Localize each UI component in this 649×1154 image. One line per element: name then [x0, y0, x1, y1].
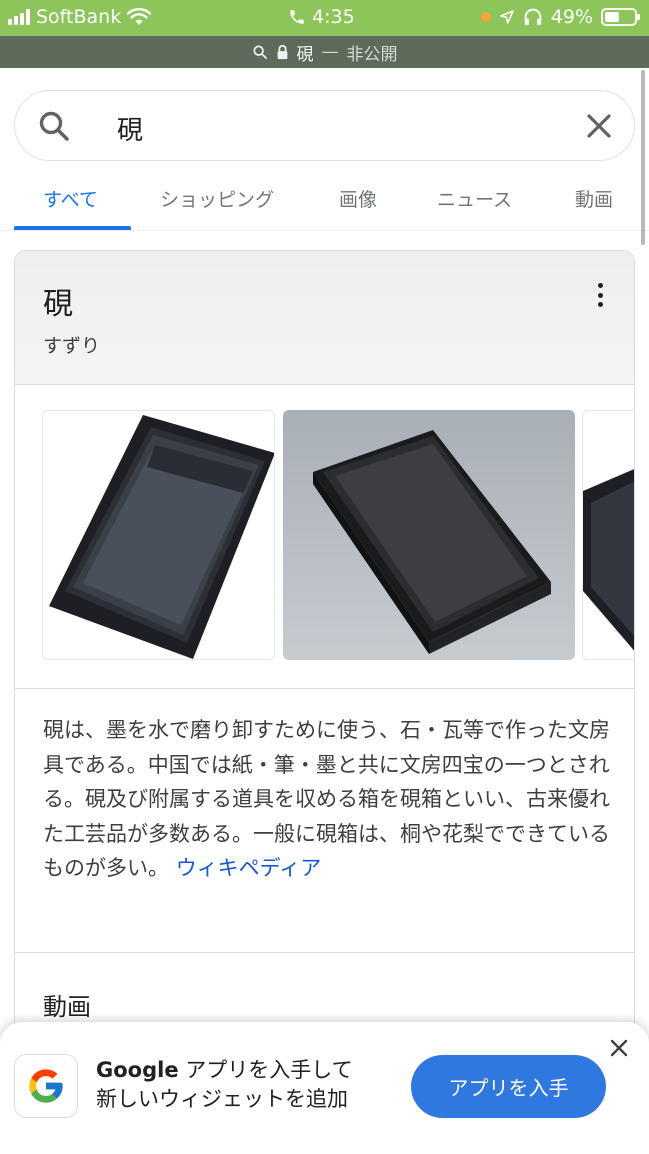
clear-icon[interactable]	[584, 111, 614, 141]
tab-videos[interactable]: 動画	[575, 185, 613, 212]
location-icon	[499, 10, 514, 24]
privacy-indicator-dot	[480, 12, 491, 22]
headphones-icon	[524, 8, 542, 26]
app-promo-banner: Google アプリを入手して 新しいウィジェットを追加 アプリを入手	[0, 1022, 649, 1154]
battery-percent: 49%	[550, 6, 593, 28]
knowledge-panel-reading: すずり	[43, 335, 101, 357]
promo-line-1: アプリを入手して	[178, 1058, 353, 1082]
scrollbar[interactable]	[641, 70, 645, 245]
google-brand: Google	[96, 1058, 179, 1082]
section-divider	[15, 952, 634, 953]
tab-news[interactable]: ニュース	[437, 185, 512, 212]
knowledge-panel-description: 硯は、墨を水で磨り卸すために使う、石・瓦等で作った文房具である。中国では紙・筆・…	[43, 713, 611, 886]
search-tabs: すべて ショッピング 画像 ニュース 動画	[0, 175, 649, 231]
knowledge-panel: 硯 すずり 硯は、墨を水で磨り卸すために使う、石・瓦等で作った文房具である。中国…	[14, 250, 635, 1154]
status-bar: SoftBank 4:35 49%	[0, 0, 649, 36]
tabs-divider	[0, 230, 649, 231]
more-options-icon[interactable]	[596, 283, 604, 307]
promo-line-2: 新しいウィジェットを追加	[96, 1087, 348, 1111]
search-icon[interactable]	[37, 109, 71, 143]
app-promo-text: Google アプリを入手して 新しいウィジェットを追加	[96, 1056, 353, 1114]
get-app-button[interactable]: アプリを入手	[411, 1055, 606, 1118]
knowledge-panel-header: 硯 すずり	[15, 251, 634, 385]
signal-icon	[8, 9, 30, 25]
phone-icon	[290, 10, 304, 24]
image-carousel[interactable]	[15, 385, 634, 689]
videos-section-heading: 動画	[43, 993, 91, 1021]
carrier-label: SoftBank	[36, 6, 122, 28]
wikipedia-link[interactable]: ウィキペディア	[176, 856, 322, 880]
url-bar-separator: —	[321, 42, 339, 62]
tab-shopping[interactable]: ショッピング	[160, 185, 274, 212]
image-thumbnail-1[interactable]	[42, 410, 275, 660]
search-input[interactable]: 硯	[117, 110, 143, 147]
image-thumbnail-2[interactable]	[283, 410, 575, 660]
google-logo-icon	[14, 1054, 78, 1118]
description-text: 硯は、墨を水で磨り卸すために使う、石・瓦等で作った文房具である。中国では紙・筆・…	[43, 718, 610, 880]
close-icon[interactable]	[609, 1038, 629, 1058]
image-thumbnail-3[interactable]	[582, 410, 634, 660]
search-box[interactable]: 硯	[14, 90, 635, 161]
battery-icon	[601, 8, 640, 26]
search-icon	[252, 45, 267, 59]
tab-images[interactable]: 画像	[339, 185, 377, 212]
knowledge-panel-title: 硯	[43, 287, 73, 322]
wifi-icon	[127, 8, 152, 25]
private-mode-label: 非公開	[346, 44, 398, 65]
url-bar-title: 硯	[296, 44, 314, 65]
tab-all[interactable]: すべて	[43, 185, 98, 212]
clock: 4:35	[312, 6, 355, 28]
url-bar[interactable]: 硯 — 非公開	[0, 36, 649, 68]
lock-icon	[277, 44, 287, 60]
